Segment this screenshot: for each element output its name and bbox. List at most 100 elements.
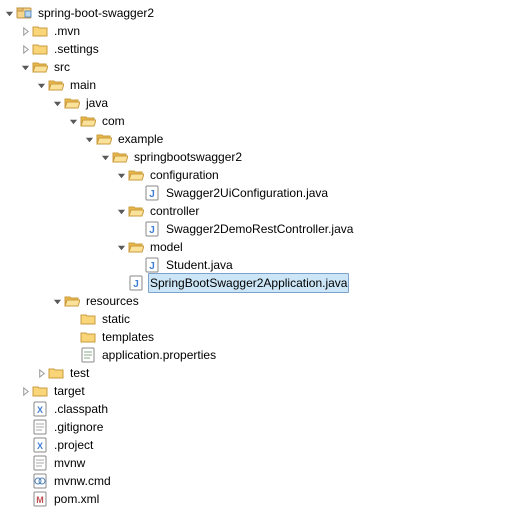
tree-node[interactable]: src bbox=[4, 58, 510, 76]
project-icon bbox=[16, 5, 32, 21]
svg-text:X: X bbox=[37, 405, 43, 415]
expand-arrow-open[interactable] bbox=[116, 206, 126, 216]
arrow-spacer bbox=[20, 458, 30, 468]
arrow-spacer bbox=[20, 404, 30, 414]
tree-node-label: templates bbox=[100, 328, 156, 346]
maven-file-icon: M bbox=[32, 491, 48, 507]
tree-node-label: mvnw.cmd bbox=[52, 472, 113, 490]
expand-arrow-open[interactable] bbox=[68, 116, 78, 126]
expand-arrow-closed[interactable] bbox=[20, 386, 30, 396]
tree-node[interactable]: J SpringBootSwagger2Application.java bbox=[4, 274, 510, 292]
tree-node[interactable]: static bbox=[4, 310, 510, 328]
svg-text:X: X bbox=[37, 441, 43, 451]
expand-arrow-closed[interactable] bbox=[20, 44, 30, 54]
tree-node[interactable]: JSwagger2UiConfiguration.java bbox=[4, 184, 510, 202]
expand-arrow-open[interactable] bbox=[52, 296, 62, 306]
expand-arrow-open[interactable] bbox=[4, 8, 14, 18]
tree-node-label: controller bbox=[148, 202, 201, 220]
arrow-spacer bbox=[68, 314, 78, 324]
tree-node[interactable]: JSwagger2DemoRestController.java bbox=[4, 220, 510, 238]
arrow-spacer bbox=[20, 440, 30, 450]
folder-icon bbox=[48, 365, 64, 381]
arrow-spacer bbox=[132, 224, 142, 234]
tree-node-label: .settings bbox=[52, 40, 101, 58]
tree-node-label: Swagger2UiConfiguration.java bbox=[164, 184, 330, 202]
tree-node[interactable]: target bbox=[4, 382, 510, 400]
expand-arrow-open[interactable] bbox=[100, 152, 110, 162]
tree-node[interactable]: model bbox=[4, 238, 510, 256]
svg-text:J: J bbox=[149, 261, 155, 272]
tree-node-label: Student.java bbox=[164, 256, 235, 274]
properties-file-icon bbox=[80, 347, 96, 363]
tree-node-label: SpringBootSwagger2Application.java bbox=[148, 273, 349, 293]
tree-node[interactable]: application.properties bbox=[4, 346, 510, 364]
tree-node-label: pom.xml bbox=[52, 490, 101, 508]
tree-node[interactable]: X.classpath bbox=[4, 400, 510, 418]
arrow-spacer bbox=[116, 278, 126, 288]
expand-arrow-open[interactable] bbox=[116, 170, 126, 180]
tree-node[interactable]: mvnw bbox=[4, 454, 510, 472]
tree-node-label: static bbox=[100, 310, 132, 328]
tree-node-label: java bbox=[84, 94, 110, 112]
folder-icon bbox=[32, 41, 48, 57]
tree-node-label: model bbox=[148, 238, 185, 256]
tree-node[interactable]: configuration bbox=[4, 166, 510, 184]
tree-node-label: .mvn bbox=[52, 22, 82, 40]
cmd-file-icon bbox=[32, 473, 48, 489]
folder-open-icon bbox=[128, 203, 144, 219]
expand-arrow-open[interactable] bbox=[20, 62, 30, 72]
java-file-icon: J bbox=[144, 185, 160, 201]
folder-open-icon bbox=[112, 149, 128, 165]
tree-node[interactable]: spring-boot-swagger2 bbox=[4, 4, 510, 22]
folder-open-icon bbox=[64, 95, 80, 111]
folder-open-icon bbox=[64, 293, 80, 309]
expand-arrow-open[interactable] bbox=[52, 98, 62, 108]
folder-open-icon bbox=[128, 239, 144, 255]
expand-arrow-open[interactable] bbox=[84, 134, 94, 144]
folder-open-icon bbox=[80, 113, 96, 129]
folder-open-icon bbox=[128, 167, 144, 183]
tree-node-label: com bbox=[100, 112, 127, 130]
tree-node-label: example bbox=[116, 130, 165, 148]
tree-node[interactable]: .settings bbox=[4, 40, 510, 58]
expand-arrow-closed[interactable] bbox=[36, 368, 46, 378]
tree-node[interactable]: X .project bbox=[4, 436, 510, 454]
expand-arrow-open[interactable] bbox=[116, 242, 126, 252]
tree-node[interactable]: J Student.java bbox=[4, 256, 510, 274]
tree-node[interactable]: example bbox=[4, 130, 510, 148]
java-file-icon: J bbox=[144, 257, 160, 273]
tree-node[interactable]: springbootswagger2 bbox=[4, 148, 510, 166]
arrow-spacer bbox=[132, 188, 142, 198]
text-file-icon bbox=[32, 419, 48, 435]
java-file-icon: J bbox=[144, 221, 160, 237]
tree-node[interactable]: java bbox=[4, 94, 510, 112]
arrow-spacer bbox=[132, 260, 142, 270]
tree-node[interactable]: test bbox=[4, 364, 510, 382]
tree-node[interactable]: Mpom.xml bbox=[4, 490, 510, 508]
tree-node-label: application.properties bbox=[100, 346, 218, 364]
svg-text:J: J bbox=[133, 279, 139, 290]
tree-node-label: target bbox=[52, 382, 87, 400]
text-file-icon bbox=[32, 455, 48, 471]
tree-node[interactable]: com bbox=[4, 112, 510, 130]
tree-node[interactable]: .gitignore bbox=[4, 418, 510, 436]
expand-arrow-closed[interactable] bbox=[20, 26, 30, 36]
tree-node[interactable]: mvnw.cmd bbox=[4, 472, 510, 490]
folder-open-icon bbox=[48, 77, 64, 93]
tree-node[interactable]: controller bbox=[4, 202, 510, 220]
arrow-spacer bbox=[20, 476, 30, 486]
tree-node-label: configuration bbox=[148, 166, 221, 184]
xml-file-icon: X bbox=[32, 437, 48, 453]
tree-node[interactable]: main bbox=[4, 76, 510, 94]
folder-icon bbox=[32, 23, 48, 39]
tree-node[interactable]: .mvn bbox=[4, 22, 510, 40]
expand-arrow-open[interactable] bbox=[36, 80, 46, 90]
tree-node-label: resources bbox=[84, 292, 141, 310]
tree-node-label: .project bbox=[52, 436, 95, 454]
tree-node[interactable]: templates bbox=[4, 328, 510, 346]
tree-node-label: src bbox=[52, 58, 72, 76]
tree-node-label: spring-boot-swagger2 bbox=[36, 4, 156, 22]
svg-text:J: J bbox=[149, 225, 155, 236]
arrow-spacer bbox=[68, 350, 78, 360]
tree-node[interactable]: resources bbox=[4, 292, 510, 310]
